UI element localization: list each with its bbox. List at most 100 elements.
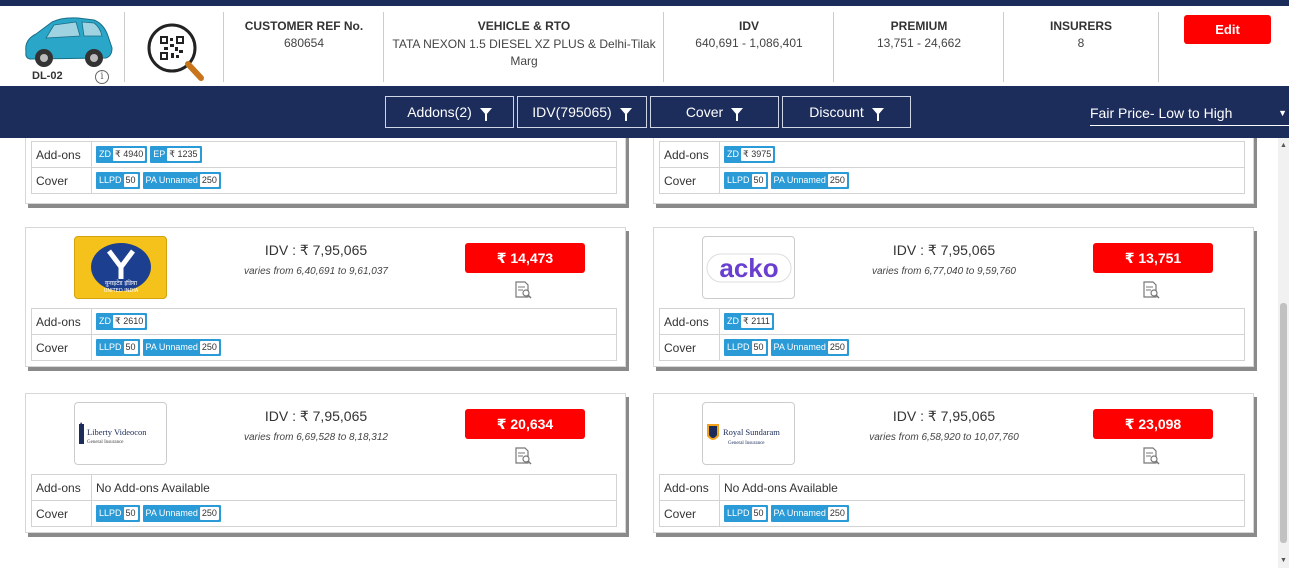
sort-select[interactable]: Fair Price- Low to High ▼	[1090, 102, 1289, 126]
addons-label: Add-ons	[31, 308, 92, 335]
addons-tags: ZD ₹ 4940 EP ₹ 1235	[91, 141, 617, 168]
funnel-icon	[871, 107, 884, 121]
insurers-count: INSURERS 8	[1010, 12, 1152, 80]
vertical-scrollbar[interactable]: ▲ ▼	[1278, 138, 1289, 568]
premium-label: PREMIUM	[890, 19, 948, 33]
cover-tag: PA Unnamed 250	[770, 172, 849, 189]
cover-tag: LLPD 50	[724, 172, 768, 189]
info-icon[interactable]: i	[95, 70, 109, 84]
premium-range: PREMIUM 13,751 - 24,662	[840, 12, 998, 80]
cover-row: Cover LLPD 50 PA Unnamed 250	[31, 167, 617, 194]
funnel-icon	[619, 107, 632, 121]
idv-range-text: varies from 6,58,920 to 10,07,760	[869, 432, 1019, 443]
card-details-table: Add-ons ZD ₹ 2610 Cover LLPD 50 PA Unnamed 2…	[31, 308, 617, 361]
buy-premium-button[interactable]: ₹ 13,751	[1093, 243, 1213, 273]
buy-premium-button[interactable]: ₹ 14,473	[465, 243, 585, 273]
document-search-icon[interactable]	[1142, 447, 1160, 465]
addons-label: Add-ons	[659, 474, 720, 501]
insurer-logo-acko: acko	[702, 236, 795, 299]
addons-tags: ZD ₹ 2610	[91, 308, 617, 335]
idv-filter-button[interactable]: IDV(795065)	[517, 96, 647, 128]
qr-search-icon[interactable]	[146, 22, 204, 81]
no-addons-text: No Add-ons Available	[91, 474, 617, 501]
cover-tags: LLPD 50 PA Unnamed 250	[91, 167, 617, 194]
divider	[1003, 12, 1004, 82]
addons-tags: ZD ₹ 3975	[719, 141, 1245, 168]
addons-label: Add-ons	[31, 474, 92, 501]
addon-tag: ZD ₹ 2111	[724, 313, 774, 330]
cover-label: Cover	[31, 334, 92, 361]
chevron-down-icon: ▼	[1278, 108, 1287, 118]
card-details-table: Add-ons ZD ₹ 4940 EP ₹ 1235 Cover LLPD 50 PA …	[31, 141, 617, 194]
idv-range-text: varies from 6,77,040 to 9,59,760	[872, 266, 1016, 277]
svg-text:acko: acko	[719, 253, 778, 283]
cover-tag: LLPD 50	[96, 339, 140, 356]
quotes-list[interactable]: Add-ons ZD ₹ 4940 EP ₹ 1235 Cover LLPD 50 PA …	[0, 138, 1289, 568]
cover-row: Cover LLPD 50 PA Unnamed 250	[659, 167, 1245, 194]
document-search-icon[interactable]	[1142, 281, 1160, 299]
funnel-icon	[731, 107, 744, 121]
divider	[124, 12, 125, 82]
filter-bar: Addons(2) IDV(795065) Cover Discount Fai…	[0, 86, 1289, 138]
addon-tag: ZD ₹ 4940	[96, 146, 148, 163]
addons-filter-button[interactable]: Addons(2)	[385, 96, 514, 128]
document-search-icon[interactable]	[514, 447, 532, 465]
buy-premium-button[interactable]: ₹ 23,098	[1093, 409, 1213, 439]
cover-filter-label: Cover	[685, 104, 724, 120]
scrollbar-thumb[interactable]	[1280, 303, 1287, 543]
idv-value: IDV : ₹ 7,95,065	[264, 242, 368, 258]
addons-tags: ZD ₹ 2111	[719, 308, 1245, 335]
idv-value: IDV : ₹ 7,95,065	[892, 408, 996, 424]
divider	[833, 12, 834, 82]
addon-tag: EP ₹ 1235	[150, 146, 202, 163]
cover-filter-button[interactable]: Cover	[650, 96, 779, 128]
cover-tag: PA Unnamed 250	[142, 172, 221, 189]
svg-text:Liberty Videocon: Liberty Videocon	[87, 427, 147, 437]
document-search-icon[interactable]	[514, 281, 532, 299]
svg-text:युनाइटेड इंडिया: युनाइटेड इंडिया	[104, 279, 137, 287]
scroll-up-arrow-icon[interactable]: ▲	[1280, 142, 1287, 149]
edit-button[interactable]: Edit	[1184, 15, 1271, 44]
addons-row: Add-ons No Add-ons Available	[31, 474, 617, 501]
premium-value: 13,751 - 24,662	[876, 36, 962, 50]
quote-card: युनाइटेड इंडिया UNITED INDIA IDV : ₹ 7,9…	[25, 227, 626, 367]
quote-card: Add-ons ZD ₹ 3975 Cover LLPD 50 PA Unnamed 2…	[653, 138, 1254, 204]
quote-card: Liberty Videocon General Insurance IDV :…	[25, 393, 626, 533]
card-details-table: Add-ons No Add-ons Available Cover LLPD 5…	[659, 474, 1245, 527]
divider	[383, 12, 384, 82]
cover-tag: LLPD 50	[724, 339, 768, 356]
addons-row: Add-ons ZD ₹ 3975	[659, 141, 1245, 168]
quote-header: DL-02 i CUSTOMER REF No. 680654 VEHICLE …	[0, 6, 1289, 86]
divider	[663, 12, 664, 82]
quote-card: Add-ons ZD ₹ 4940 EP ₹ 1235 Cover LLPD 50 PA …	[25, 138, 626, 204]
discount-filter-label: Discount	[809, 104, 864, 120]
cover-tag: PA Unnamed 250	[142, 339, 221, 356]
divider	[223, 12, 224, 82]
idv-value: IDV : ₹ 7,95,065	[892, 242, 996, 258]
card-details-table: Add-ons ZD ₹ 3975 Cover LLPD 50 PA Unnamed 2…	[659, 141, 1245, 194]
cover-tag: PA Unnamed 250	[142, 505, 221, 522]
cover-tags: LLPD 50 PA Unnamed 250	[719, 500, 1245, 527]
funnel-icon	[479, 107, 492, 121]
card-details-table: Add-ons No Add-ons Available Cover LLPD 5…	[31, 474, 617, 527]
addons-label: Add-ons	[31, 141, 92, 168]
vehicle-value: TATA NEXON 1.5 DIESEL XZ PLUS & Delhi-Ti…	[392, 37, 656, 68]
idv-range-text: varies from 6,40,691 to 9,61,037	[244, 266, 388, 277]
sort-select-value: Fair Price- Low to High	[1090, 105, 1233, 121]
insurer-logo-liberty-videocon: Liberty Videocon General Insurance	[74, 402, 167, 465]
buy-premium-button[interactable]: ₹ 20,634	[465, 409, 585, 439]
cover-label: Cover	[659, 500, 720, 527]
discount-filter-button[interactable]: Discount	[782, 96, 911, 128]
cover-label: Cover	[659, 334, 720, 361]
cover-tag: PA Unnamed 250	[770, 339, 849, 356]
idv-filter-label: IDV(795065)	[532, 104, 612, 120]
vehicle-rto: VEHICLE & RTO TATA NEXON 1.5 DIESEL XZ P…	[392, 12, 656, 80]
addons-row: Add-ons ZD ₹ 4940 EP ₹ 1235	[31, 141, 617, 168]
cover-tags: LLPD 50 PA Unnamed 250	[719, 167, 1245, 194]
cover-row: Cover LLPD 50 PA Unnamed 250	[31, 500, 617, 527]
cover-label: Cover	[659, 167, 720, 194]
card-details-table: Add-ons ZD ₹ 2111 Cover LLPD 50 PA Unnamed 2…	[659, 308, 1245, 361]
quote-card: acko IDV : ₹ 7,95,065 varies from 6,77,0…	[653, 227, 1254, 367]
cover-label: Cover	[31, 167, 92, 194]
scroll-down-arrow-icon[interactable]: ▼	[1280, 557, 1287, 564]
